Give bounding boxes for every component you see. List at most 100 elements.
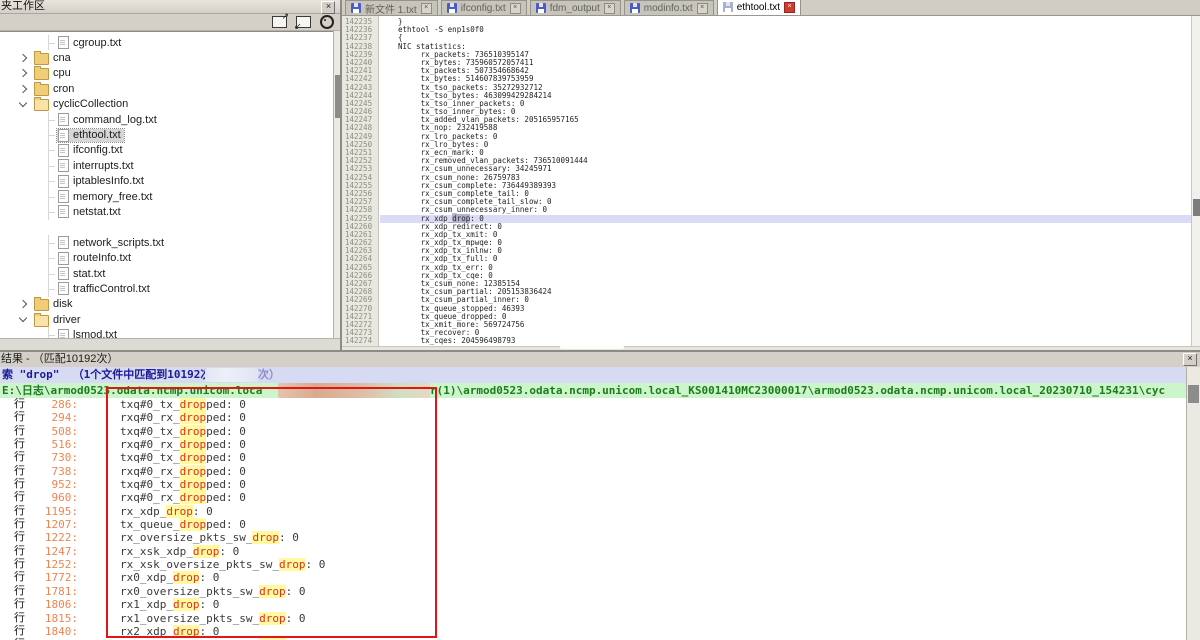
tree-item-netstat-txt[interactable]: netstat.txt	[0, 204, 333, 219]
row-line-label: 行	[14, 478, 30, 491]
editor-vertical-scrollbar[interactable]	[1191, 16, 1200, 346]
line-number-gutter: 1422351422361422371422381422391422401422…	[342, 16, 379, 346]
tab-close-button[interactable]: ×	[697, 3, 708, 14]
tab-close-button[interactable]: ×	[510, 3, 521, 14]
results-close-button[interactable]: ×	[1183, 353, 1197, 366]
tree-item-memory_free-txt[interactable]: memory_free.txt	[0, 189, 333, 204]
tab-ethtool-txt[interactable]: ethtool.txt ×	[717, 0, 801, 15]
row-line-label: 行	[14, 411, 30, 424]
tree-item-stat-txt[interactable]: stat.txt	[0, 266, 333, 281]
row-line-label: 行	[14, 571, 30, 584]
tab-ifconfig-txt[interactable]: ifconfig.txt×	[441, 0, 527, 15]
row-line-number: 1195:	[30, 505, 78, 518]
row-line-label: 行	[14, 518, 30, 531]
tree-item-label: stat.txt	[73, 268, 105, 280]
tree-item-ifconfig-txt[interactable]: ifconfig.txt	[0, 143, 333, 158]
folder-icon	[34, 299, 49, 311]
chevron-down-icon[interactable]	[19, 314, 27, 322]
workspace-title: 夹工作区	[1, 0, 45, 12]
code-line[interactable]: tx_nop: 232419588	[380, 124, 1191, 132]
results-scrollbar-thumb[interactable]	[1188, 385, 1199, 403]
file-tree: cgroup.txtcnacpu cron cyclicCollectioncomm…	[0, 31, 333, 338]
code-area[interactable]: }ethtool -S enp1s0f0{NIC statistics: rx_…	[380, 16, 1191, 346]
red-annotation-rectangle	[106, 387, 437, 638]
file-icon	[58, 282, 69, 295]
tree-item-label: disk	[53, 298, 73, 310]
tree-item-cpu[interactable]: cpu	[0, 66, 333, 81]
tab-modinfo-txt[interactable]: modinfo.txt×	[624, 0, 714, 15]
tree-item-interrupts-txt[interactable]: interrupts.txt	[0, 158, 333, 173]
row-line-label: 行	[14, 438, 30, 451]
tree-item-iptablesInfo-txt[interactable]: iptablesInfo.txt	[0, 174, 333, 189]
file-icon	[58, 129, 69, 142]
tree-item-cgroup-txt[interactable]: cgroup.txt	[0, 35, 333, 50]
results-header: 结果 - （匹配10192次）	[0, 352, 1200, 368]
editor-panel: 新文件 1.txt×ifconfig.txt×fdm_output×modinf…	[340, 0, 1200, 352]
file-icon	[58, 252, 69, 265]
folder-icon	[34, 53, 49, 65]
tab-close-button[interactable]: ×	[604, 3, 615, 14]
code-line[interactable]: }	[380, 18, 1191, 26]
tree-item-cna[interactable]: cna	[0, 50, 333, 65]
save-floppy-icon	[723, 2, 733, 12]
tree-item-cyclicCollection[interactable]: cyclicCollection	[0, 97, 333, 112]
row-line-label: 行	[14, 558, 30, 571]
tab-label: 新文件 1.txt	[365, 1, 417, 16]
row-line-label: 行	[14, 612, 30, 625]
code-line[interactable]: rx_lro_bytes: 0	[380, 141, 1191, 149]
tree-item-label: network_scripts.txt	[73, 237, 164, 249]
editor-scrollbar-thumb[interactable]	[1193, 199, 1200, 216]
tab-fdm_output[interactable]: fdm_output×	[530, 0, 621, 15]
file-icon	[58, 113, 69, 126]
locate-file-icon[interactable]	[320, 15, 334, 29]
chevron-right-icon[interactable]	[19, 54, 27, 62]
tree-item-routeInfo-txt[interactable]: routeInfo.txt	[0, 250, 333, 265]
tree-item-label: routeInfo.txt	[73, 252, 131, 264]
results-vertical-scrollbar[interactable]	[1186, 367, 1200, 640]
chevron-right-icon[interactable]	[19, 85, 27, 93]
file-icon	[58, 267, 69, 280]
tree-item-label: cron	[53, 83, 74, 95]
code-line[interactable]: tx_xmit_more: 569724756	[380, 321, 1191, 329]
code-line[interactable]: ethtool -S enp1s0f0	[380, 26, 1191, 34]
tab--1-txt[interactable]: 新文件 1.txt ×	[345, 0, 438, 15]
chevron-down-icon[interactable]	[19, 99, 27, 107]
row-line-number: 516:	[30, 438, 78, 451]
restore-panel-icon[interactable]	[296, 16, 311, 28]
chevron-right-icon[interactable]	[19, 69, 27, 77]
tree-item-ethtool-txt[interactable]: ethtool.txt	[0, 127, 333, 142]
row-line-label: 行	[14, 465, 30, 478]
row-line-number: 960:	[30, 491, 78, 504]
row-line-label: 行	[14, 625, 30, 638]
row-line-label: 行	[14, 585, 30, 598]
tree-item-label: driver	[53, 314, 81, 326]
chevron-right-icon[interactable]	[19, 300, 27, 308]
tree-item-command_log-txt[interactable]: command_log.txt	[0, 112, 333, 127]
tree-item-label: ifconfig.txt	[73, 144, 123, 156]
save-floppy-icon	[630, 3, 640, 13]
code-line[interactable]: rx_lro_packets: 0	[380, 133, 1191, 141]
code-line[interactable]: rx_csum_unnecessary_inner: 0	[380, 206, 1191, 214]
tree-item-cron[interactable]: cron	[0, 81, 333, 96]
code-line[interactable]: rx_xdp_tx_inlnw: 0	[380, 247, 1191, 255]
close-icon: ×	[1187, 353, 1192, 363]
code-line[interactable]: {	[380, 34, 1191, 42]
maximize-panel-icon[interactable]	[272, 16, 287, 28]
search-summary-line: 索 "drop" （1个文件中匹配到10192次，总计 次）	[0, 367, 1186, 383]
row-line-label: 行	[14, 451, 30, 464]
row-line-number: 1772:	[30, 571, 78, 584]
tab-close-button[interactable]: ×	[784, 2, 795, 13]
code-line[interactable]: rx_xdp_tx_full: 0	[380, 255, 1191, 263]
tab-close-button[interactable]: ×	[421, 3, 432, 14]
code-line[interactable]: tx_added_vlan_packets: 205165957165	[380, 116, 1191, 124]
tree-item-lsmod-txt[interactable]: lsmod.txt	[0, 327, 333, 338]
tree-item-disk[interactable]: disk	[0, 297, 333, 312]
tab-label: ethtool.txt	[737, 2, 780, 13]
row-line-number: 730:	[30, 451, 78, 464]
tree-item-network_scripts-txt[interactable]: network_scripts.txt	[0, 235, 333, 250]
tree-item-driver[interactable]: driver	[0, 312, 333, 327]
tree-item-trafficControl-txt[interactable]: trafficControl.txt	[0, 281, 333, 296]
row-line-label: 行	[14, 545, 30, 558]
code-line[interactable]: rx_xdp_redirect: 0	[380, 223, 1191, 231]
code-line[interactable]: rx_xdp_tx_err: 0	[380, 264, 1191, 272]
